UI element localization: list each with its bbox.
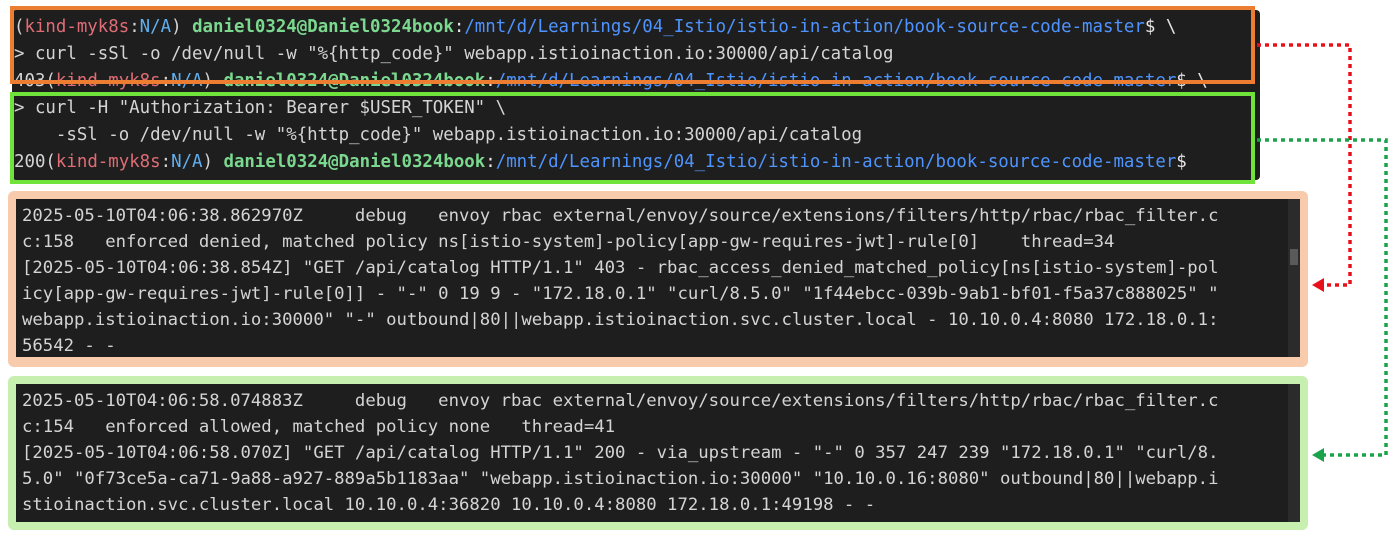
connector-arrows: [1257, 43, 1388, 462]
red-dotted-arrow: [1257, 43, 1352, 292]
green-dotted-arrow: [1257, 138, 1388, 462]
